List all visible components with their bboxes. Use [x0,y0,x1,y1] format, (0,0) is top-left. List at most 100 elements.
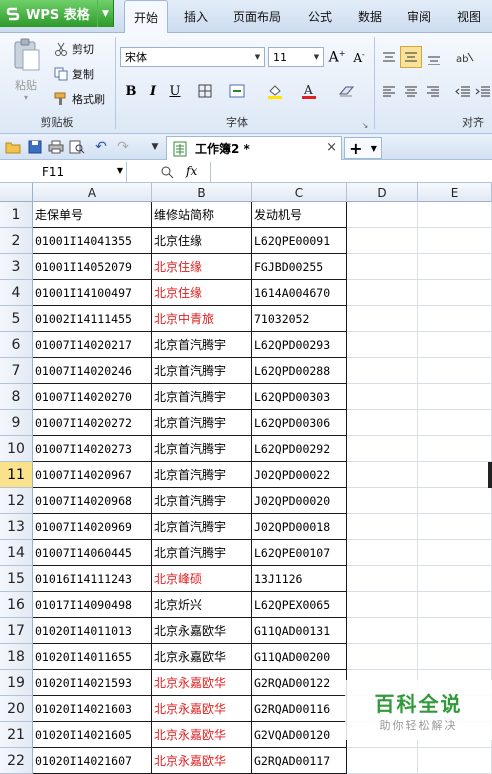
formula-input[interactable] [210,162,492,182]
tab-insert[interactable]: 插入 [174,0,218,33]
row-header[interactable]: 18 [0,644,33,670]
column-header-c[interactable]: C [252,183,347,202]
cell-d[interactable] [347,202,418,228]
cell-a[interactable]: 01007I14020969 [33,514,152,540]
cell-b[interactable]: 北京永嘉欧华 [152,670,252,696]
cell-e[interactable] [418,384,492,410]
tab-view[interactable]: 视图 [447,0,491,33]
row-header[interactable]: 12 [0,488,33,514]
copy-button[interactable]: 复制 [52,65,94,83]
row-header[interactable]: 21 [0,722,33,748]
cell-e[interactable] [418,566,492,592]
tab-data[interactable]: 数据 [348,0,392,33]
column-header-b[interactable]: B [152,183,252,202]
cell-b[interactable]: 北京永嘉欧华 [152,644,252,670]
cell-d[interactable] [347,514,418,540]
column-header-a[interactable]: A [33,183,152,202]
undo-icon[interactable]: ↶ [92,138,110,156]
row-header[interactable]: 19 [0,670,33,696]
cell-a[interactable]: 01016I14111243 [33,566,152,592]
cell-c[interactable]: J02QPD00020 [252,488,347,514]
font-dialog-launcher-icon[interactable]: ↘ [356,116,374,134]
cell-a[interactable]: 01007I14020217 [33,332,152,358]
cell-c[interactable]: L62QPD00288 [252,358,347,384]
cell-a[interactable]: 01020I14021603 [33,696,152,722]
cell-d[interactable] [347,462,418,488]
cell-b[interactable]: 北京住缘 [152,228,252,254]
row-header[interactable]: 5 [0,306,33,332]
cell-c[interactable]: J02QPD00018 [252,514,347,540]
row-header[interactable]: 14 [0,540,33,566]
cell-d[interactable] [347,644,418,670]
wps-app-button[interactable]: WPS 表格 ▼ [0,0,114,27]
font-size-dropdown-icon[interactable]: ▼ [310,48,323,66]
tab-formula[interactable]: 公式 [298,0,342,33]
row-header[interactable]: 16 [0,592,33,618]
cell-d[interactable] [347,566,418,592]
cell-c[interactable]: L62QPE00091 [252,228,347,254]
merge-cells-icon[interactable] [228,82,246,100]
column-header-e[interactable]: E [418,183,492,202]
cell-d[interactable] [347,436,418,462]
open-folder-icon[interactable] [4,138,22,156]
customize-toolbar-icon[interactable]: ▼ [146,138,164,156]
cell-d[interactable] [347,280,418,306]
font-color-icon[interactable]: A [300,82,318,100]
row-header[interactable]: 22 [0,748,33,774]
cell-d[interactable] [347,384,418,410]
cell-b[interactable]: 北京峰硕 [152,566,252,592]
decrease-indent-icon[interactable] [454,82,472,100]
cell-c[interactable]: 71032052 [252,306,347,332]
cell-e[interactable] [418,358,492,384]
cell-a[interactable]: 01020I14021605 [33,722,152,748]
fill-color-icon[interactable] [266,82,284,100]
cell-d[interactable] [347,306,418,332]
cell-b[interactable]: 北京首汽腾宇 [152,514,252,540]
zoom-formula-icon[interactable] [158,163,176,181]
cell-c[interactable]: FGJBD00255 [252,254,347,280]
row-header[interactable]: 9 [0,410,33,436]
cell-b[interactable]: 维修站简称 [152,202,252,228]
tab-home[interactable]: 开始 [124,0,168,34]
cell-e[interactable] [418,644,492,670]
tab-review[interactable]: 审阅 [397,0,441,33]
cell-c[interactable]: G2VQAD00120 [252,722,347,748]
align-bottom-icon[interactable] [425,50,443,68]
cell-e[interactable] [418,748,492,774]
row-header[interactable]: 4 [0,280,33,306]
cell-b[interactable]: 北京首汽腾宇 [152,540,252,566]
row-header[interactable]: 11 [0,462,33,488]
cell-a[interactable]: 01007I14020246 [33,358,152,384]
cell-e[interactable] [418,410,492,436]
row-header[interactable]: 1 [0,202,33,228]
redo-icon[interactable]: ↷ [114,138,132,156]
cell-a[interactable]: 01007I14020272 [33,410,152,436]
shrink-font-icon[interactable]: A- [350,48,368,66]
italic-button[interactable]: I [144,82,162,100]
row-header[interactable]: 2 [0,228,33,254]
cell-b[interactable]: 北京永嘉欧华 [152,722,252,748]
cell-b[interactable]: 北京首汽腾宇 [152,332,252,358]
cell-e[interactable] [418,332,492,358]
select-all-corner[interactable] [0,183,33,202]
text-direction-icon[interactable]: ab [456,48,474,66]
tab-page-layout[interactable]: 页面布局 [226,0,288,33]
paste-button[interactable]: 粘贴 ▾ [6,38,46,106]
cell-c[interactable]: G2RQAD00116 [252,696,347,722]
row-header[interactable]: 17 [0,618,33,644]
cell-e[interactable] [418,306,492,332]
cell-b[interactable]: 北京首汽腾宇 [152,384,252,410]
clear-format-icon[interactable] [338,82,356,100]
tab-document[interactable]: 工作簿2 * × [166,136,342,160]
cell-b[interactable]: 北京首汽腾宇 [152,488,252,514]
cell-c[interactable]: L62QPD00303 [252,384,347,410]
cell-b[interactable]: 北京住缘 [152,280,252,306]
cell-a[interactable]: 01007I14020968 [33,488,152,514]
cell-e[interactable] [418,254,492,280]
cell-b[interactable]: 北京首汽腾宇 [152,436,252,462]
wps-dropdown-icon[interactable]: ▼ [97,0,113,27]
cell-d[interactable] [347,488,418,514]
cell-e[interactable] [418,462,492,488]
column-header-d[interactable]: D [347,183,418,202]
cell-c[interactable]: G11QAD00200 [252,644,347,670]
